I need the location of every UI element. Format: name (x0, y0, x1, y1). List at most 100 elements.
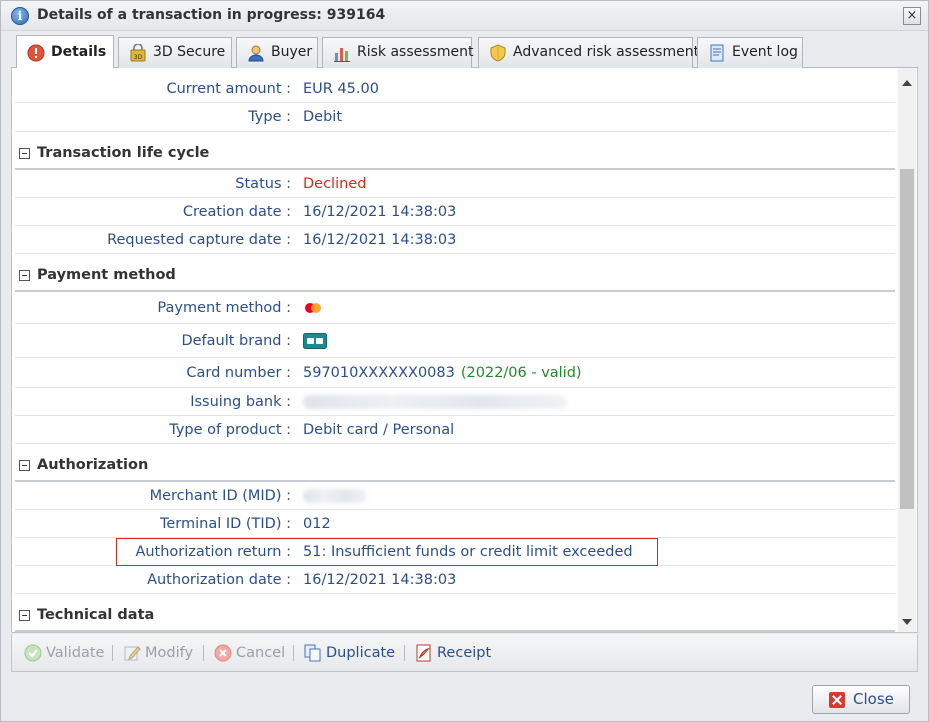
vertical-scrollbar[interactable] (898, 68, 916, 632)
tab-label: 3D Secure (153, 44, 226, 60)
tab-label: Details (51, 44, 107, 60)
status-label: Status : (235, 175, 291, 192)
row-type-of-product: Type of product : Debit card / Personal (15, 416, 895, 444)
toolbar-separator (112, 645, 113, 661)
toolbar-separator (404, 645, 405, 661)
tab-risk-assessment[interactable]: Risk assessment (322, 37, 474, 68)
section-transaction-life-cycle[interactable]: Transaction life cycle (15, 138, 895, 170)
row-merchant-id: Merchant ID (MID) : (15, 482, 895, 510)
tab-label: Risk assessment (357, 44, 474, 60)
validate-button[interactable]: Validate (24, 642, 104, 664)
tab-advanced-risk-assessment[interactable]: Advanced risk assessment (478, 37, 699, 68)
shield-icon (490, 44, 506, 62)
row-card-number: Card number : 597010XXXXXX0083 (2022/06 … (15, 358, 895, 388)
log-icon (710, 44, 724, 62)
section-technical-data[interactable]: Technical data (15, 600, 895, 632)
creation-date-label: Creation date : (182, 203, 291, 220)
details-panel: Current amount : EUR 45.00 Type : Debit … (11, 68, 918, 633)
collapse-icon[interactable] (19, 460, 30, 471)
alert-icon (27, 44, 45, 62)
scroll-up-arrow-icon[interactable] (902, 80, 912, 86)
row-issuing-bank: Issuing bank : (15, 388, 895, 416)
issuing-bank-label: Issuing bank : (190, 393, 291, 410)
authorization-return-highlight (116, 538, 658, 566)
modify-button[interactable]: Modify (123, 642, 193, 664)
collapse-icon[interactable] (19, 610, 30, 621)
section-title: Payment method (37, 267, 176, 283)
close-label: Close (853, 690, 894, 708)
card-number: 597010XXXXXX0083 (303, 364, 455, 381)
capture-date-label: Requested capture date : (107, 231, 291, 248)
row-default-brand: Default brand : (15, 324, 895, 358)
tid-label: Terminal ID (TID) : (159, 515, 291, 532)
duplicate-label: Duplicate (326, 645, 396, 661)
toolbar-separator (203, 645, 204, 661)
info-icon: i (11, 7, 29, 25)
row-terminal-id: Terminal ID (TID) : 012 (15, 510, 895, 538)
payment-method-label: Payment method : (157, 299, 291, 316)
check-icon (24, 644, 42, 662)
collapse-icon[interactable] (19, 270, 30, 281)
validate-label: Validate (46, 645, 105, 661)
section-payment-method[interactable]: Payment method (15, 260, 895, 292)
redacted-value (303, 488, 367, 503)
collapse-icon[interactable] (19, 148, 30, 159)
close-button[interactable]: Close (812, 685, 910, 714)
current-amount-label: Current amount : (166, 80, 291, 97)
capture-date-value: 16/12/2021 14:38:03 (303, 231, 457, 248)
tab-event-log[interactable]: Event log (697, 37, 803, 68)
cancel-icon (214, 644, 232, 662)
default-brand-label: Default brand : (181, 332, 291, 349)
current-amount-value: EUR 45.00 (303, 80, 379, 97)
mastercard-icon (305, 302, 321, 313)
issuing-bank-value (303, 388, 567, 415)
redacted-value (303, 394, 567, 409)
cb-card-icon (303, 332, 327, 349)
cancel-button[interactable]: Cancel (214, 642, 285, 664)
card-number-value: 597010XXXXXX0083 (2022/06 - valid) (303, 358, 582, 387)
row-authorization-date: Authorization date : 16/12/2021 14:38:03 (15, 566, 895, 594)
user-icon (248, 45, 264, 62)
section-title: Transaction life cycle (37, 145, 210, 161)
scroll-thumb[interactable] (900, 169, 914, 509)
mid-value (303, 482, 367, 509)
row-creation-date: Creation date : 16/12/2021 14:38:03 (15, 198, 895, 226)
close-icon (829, 692, 845, 708)
3d-secure-icon: 3D (130, 44, 146, 62)
window-close-button[interactable]: × (903, 7, 921, 25)
scroll-down-arrow-icon[interactable] (902, 619, 912, 625)
row-requested-capture-date: Requested capture date : 16/12/2021 14:3… (15, 226, 895, 254)
duplicate-button[interactable]: Duplicate (304, 642, 395, 664)
product-type-label: Type of product : (169, 421, 291, 438)
row-current-amount: Current amount : EUR 45.00 (15, 75, 895, 103)
tab-buyer[interactable]: Buyer (236, 37, 318, 68)
tab-label: Buyer (271, 44, 313, 60)
section-title: Authorization (37, 457, 149, 473)
action-toolbar: Validate Modify Cancel Duplicate Receipt (11, 634, 918, 672)
auth-date-label: Authorization date : (147, 571, 291, 588)
row-status: Status : Declined (15, 170, 895, 198)
tab-bar: Details 3D 3D Secure Buyer Risk assessme… (11, 35, 918, 69)
duplicate-icon (304, 644, 321, 662)
type-value: Debit (303, 109, 343, 125)
auth-date-value: 16/12/2021 14:38:03 (303, 571, 457, 588)
section-authorization[interactable]: Authorization (15, 450, 895, 482)
creation-date-value: 16/12/2021 14:38:03 (303, 203, 457, 220)
window-title: Details of a transaction in progress: 93… (37, 7, 386, 23)
toolbar-separator (293, 645, 294, 661)
svg-text:3D: 3D (134, 54, 143, 61)
tab-label: Advanced risk assessment (513, 44, 700, 60)
status-value: Declined (303, 175, 367, 192)
modify-label: Modify (145, 645, 194, 661)
row-payment-method: Payment method : (15, 292, 895, 324)
tab-3d-secure[interactable]: 3D 3D Secure (118, 37, 232, 68)
receipt-button[interactable]: Receipt (415, 642, 491, 664)
tid-value: 012 (303, 515, 331, 532)
type-label: Type : (248, 109, 291, 125)
payment-method-value (303, 292, 323, 323)
receipt-label: Receipt (437, 645, 492, 661)
tab-details[interactable]: Details (16, 35, 114, 69)
pdf-icon (416, 644, 431, 662)
bar-chart-icon (334, 48, 350, 62)
mid-label: Merchant ID (MID) : (149, 487, 291, 504)
